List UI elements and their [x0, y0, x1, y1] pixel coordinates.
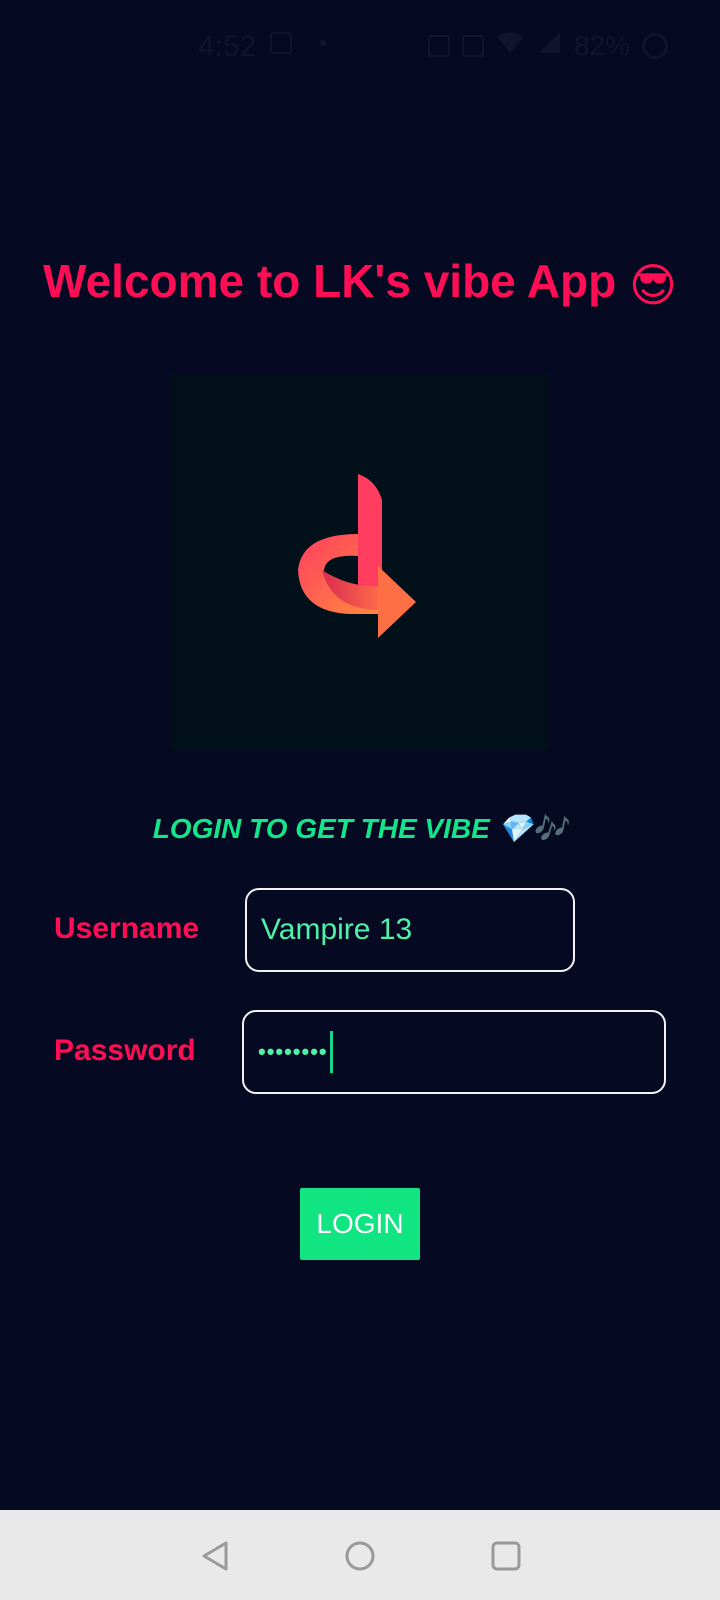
status-system-icons: 82% [380, 30, 668, 62]
password-label: Password [54, 1034, 196, 1067]
password-input[interactable]: •••••••• [242, 1010, 666, 1094]
text-cursor [329, 1031, 333, 1073]
app-logo [172, 374, 548, 750]
username-label: Username [54, 912, 200, 945]
wifi-icon [496, 30, 524, 62]
logo-arrow-icon [298, 474, 416, 638]
status-time: 4:52 [198, 30, 257, 63]
welcome-title-text: Welcome to LK's vibe App [43, 255, 617, 307]
recents-icon[interactable] [490, 1540, 522, 1572]
login-screen: 4:52 82% Welcome to LK's vibe App 😎 LOGI… [0, 0, 720, 1600]
sunglasses-emoji-icon: 😎 [629, 258, 677, 311]
dot-icon [320, 40, 326, 46]
status-notification-icons [270, 32, 326, 54]
status-bar: 4:52 82% [0, 0, 720, 96]
login-button[interactable]: LOGIN [300, 1188, 420, 1260]
tagline: LOGIN TO GET THE VIBE 💎🎶 [0, 812, 720, 845]
data-icon [427, 35, 450, 57]
username-input[interactable]: Vampire 13 [245, 888, 575, 972]
welcome-title: Welcome to LK's vibe App 😎 [0, 254, 720, 312]
home-icon[interactable] [344, 1540, 376, 1572]
battery-percent: 82% [573, 30, 630, 61]
volte-icon [380, 35, 416, 57]
system-nav-bar [0, 1510, 720, 1600]
signal-icon [536, 30, 562, 62]
username-value: Vampire 13 [261, 913, 413, 946]
back-icon[interactable] [200, 1540, 230, 1572]
sim-icon [270, 32, 292, 54]
tagline-text: LOGIN TO GET THE VIBE [152, 813, 490, 844]
gem-music-emoji-icon: 💎🎶 [497, 813, 568, 844]
vibrate-icon [461, 35, 484, 57]
password-masked-value: •••••••• [258, 1039, 328, 1064]
battery-ring-icon [642, 33, 668, 59]
